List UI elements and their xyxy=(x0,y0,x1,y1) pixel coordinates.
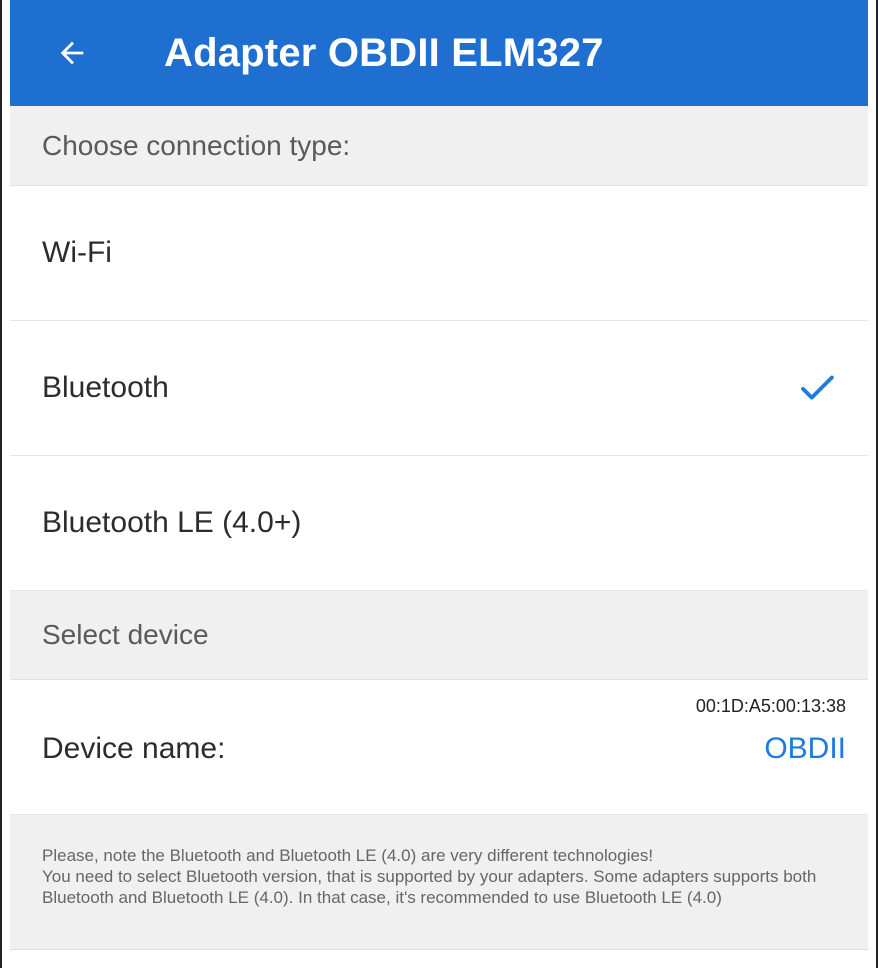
device-name-label: Device name: xyxy=(42,732,226,765)
select-device-header: Select device xyxy=(10,591,868,680)
checkmark-icon xyxy=(796,367,838,409)
note-line: You need to select Bluetooth version, th… xyxy=(42,867,817,907)
connection-option-bluetooth-le[interactable]: Bluetooth LE (4.0+) xyxy=(10,456,868,591)
device-selector-row[interactable]: Device name: 00:1D:A5:00:13:38 OBDII xyxy=(10,680,868,815)
connection-option-bluetooth[interactable]: Bluetooth xyxy=(10,321,868,456)
connection-type-header: Choose connection type: xyxy=(10,106,868,186)
note-line: Please, note the Bluetooth and Bluetooth… xyxy=(42,846,654,865)
arrow-left-icon xyxy=(60,41,84,65)
page-title: Adapter OBDII ELM327 xyxy=(164,30,604,75)
back-button[interactable] xyxy=(42,23,102,83)
app-bar: Adapter OBDII ELM327 xyxy=(10,0,868,106)
device-name-value: OBDII xyxy=(764,732,846,765)
connection-option-label: Wi-Fi xyxy=(42,236,112,269)
connection-option-wifi[interactable]: Wi-Fi xyxy=(10,186,868,321)
connection-option-label: Bluetooth LE (4.0+) xyxy=(42,506,302,539)
bluetooth-note: Please, note the Bluetooth and Bluetooth… xyxy=(10,815,868,950)
device-mac-address: 00:1D:A5:00:13:38 xyxy=(695,696,846,716)
connection-option-label: Bluetooth xyxy=(42,371,169,404)
adapter-settings-screen: Adapter OBDII ELM327 Choose connection t… xyxy=(0,0,878,968)
